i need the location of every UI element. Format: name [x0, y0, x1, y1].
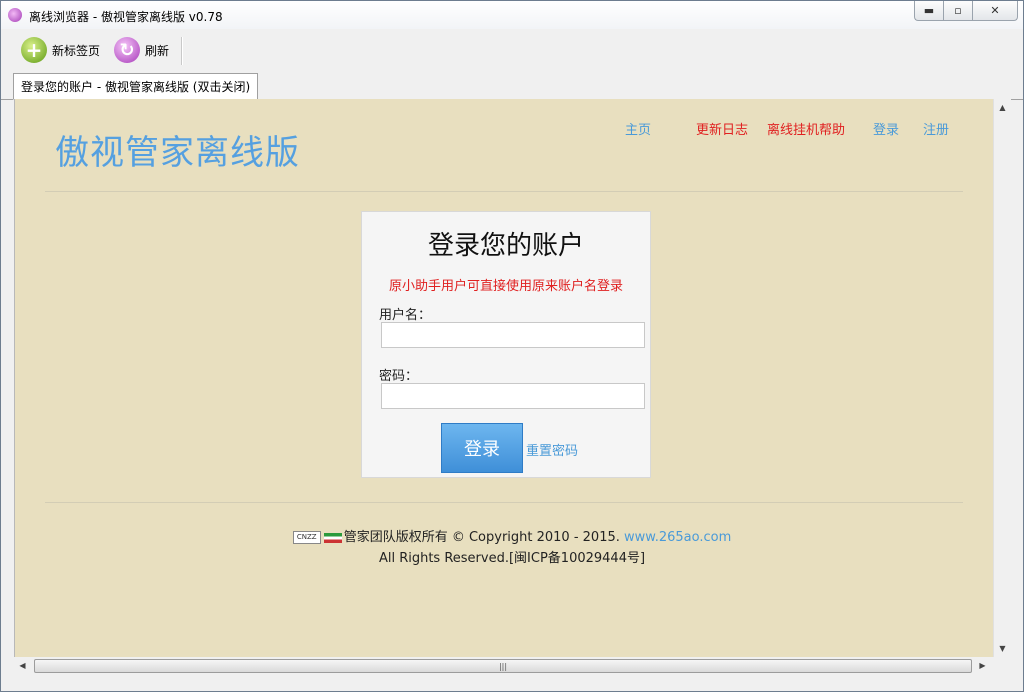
toolbar-separator — [181, 37, 183, 65]
scroll-left-icon[interactable]: ◀ — [14, 657, 31, 674]
cnzz-badge[interactable]: CNZZ — [292, 531, 321, 544]
title-bar[interactable]: 离线浏览器 - 傲视管家离线版 v0.78 ▬ ▫ ✕ — [1, 1, 1023, 29]
vertical-scrollbar[interactable]: ▲ ▼ — [993, 99, 1011, 657]
tab-login[interactable]: 登录您的账户 - 傲视管家离线版 (双击关闭) — [13, 73, 259, 100]
flag-icon — [323, 532, 342, 543]
minimize-icon: ▬ — [923, 4, 935, 17]
nav-home[interactable]: 主页 — [625, 119, 651, 138]
username-input[interactable] — [381, 322, 645, 348]
minimize-button[interactable]: ▬ — [914, 1, 943, 21]
header-divider — [45, 191, 963, 192]
plus-icon: + — [21, 37, 47, 63]
web-content: 傲视管家离线版 主页 更新日志 离线挂机帮助 登录 注册 登录您的账户 原小助手… — [14, 99, 1009, 657]
scroll-up-icon[interactable]: ▲ — [994, 99, 1011, 116]
nav-login[interactable]: 登录 — [873, 119, 899, 138]
copyright-text: 管家团队版权所有 © Copyright 2010 - 2015. — [343, 530, 620, 545]
login-title: 登录您的账户 — [427, 231, 584, 261]
nav-offline-help[interactable]: 离线挂机帮助 — [767, 119, 845, 138]
refresh-label: 刷新 — [145, 43, 170, 58]
grip-icon: ||| — [498, 661, 508, 671]
login-panel: 登录您的账户 原小助手用户可直接使用原来账户名登录 用户名： 密码： 登录 重置… — [361, 211, 651, 478]
username-label: 用户名： — [379, 308, 432, 323]
maximize-icon: ▫ — [954, 4, 962, 17]
password-label: 密码： — [379, 369, 419, 384]
window-title: 离线浏览器 - 傲视管家离线版 v0.78 — [29, 10, 223, 24]
scroll-down-icon[interactable]: ▼ — [994, 640, 1011, 657]
close-icon: ✕ — [990, 4, 1000, 17]
window-controls: ▬ ▫ ✕ — [914, 1, 1018, 21]
new-tab-label: 新标签页 — [52, 43, 101, 58]
toolbar: + 新标签页 ↻ 刷新 — [1, 31, 1023, 69]
nav-register[interactable]: 注册 — [923, 119, 949, 138]
horizontal-scroll-thumb[interactable]: ||| — [34, 659, 972, 673]
scroll-right-icon[interactable]: ▶ — [974, 657, 991, 674]
tab-bar: 登录您的账户 - 傲视管家离线版 (双击关闭) — [1, 71, 1023, 100]
reset-password-link[interactable]: 重置密码 — [526, 440, 578, 459]
site-logo[interactable]: 傲视管家离线版 — [55, 125, 300, 174]
login-notice: 原小助手用户可直接使用原来账户名登录 — [388, 279, 623, 294]
footer-line-2: All Rights Reserved.[闽ICP备10029444号] — [378, 551, 646, 566]
refresh-icon: ↻ — [114, 37, 140, 63]
site-link[interactable]: www.265ao.com — [624, 530, 731, 545]
footer-line-1: CNZZ 管家团队版权所有 © Copyright 2010 - 2015. ww… — [15, 526, 1009, 545]
refresh-button[interactable]: ↻ 刷新 — [114, 35, 169, 65]
browser-app-icon — [8, 8, 22, 22]
nav-changelog[interactable]: 更新日志 — [696, 119, 748, 138]
close-button[interactable]: ✕ — [972, 1, 1018, 21]
password-input[interactable] — [381, 383, 645, 409]
login-button[interactable]: 登录 — [441, 423, 523, 473]
horizontal-scrollbar[interactable]: ◀ ||| ▶ — [14, 657, 1008, 674]
new-tab-button[interactable]: + 新标签页 — [21, 35, 100, 65]
footer-divider — [45, 502, 963, 503]
maximize-button[interactable]: ▫ — [943, 1, 972, 21]
